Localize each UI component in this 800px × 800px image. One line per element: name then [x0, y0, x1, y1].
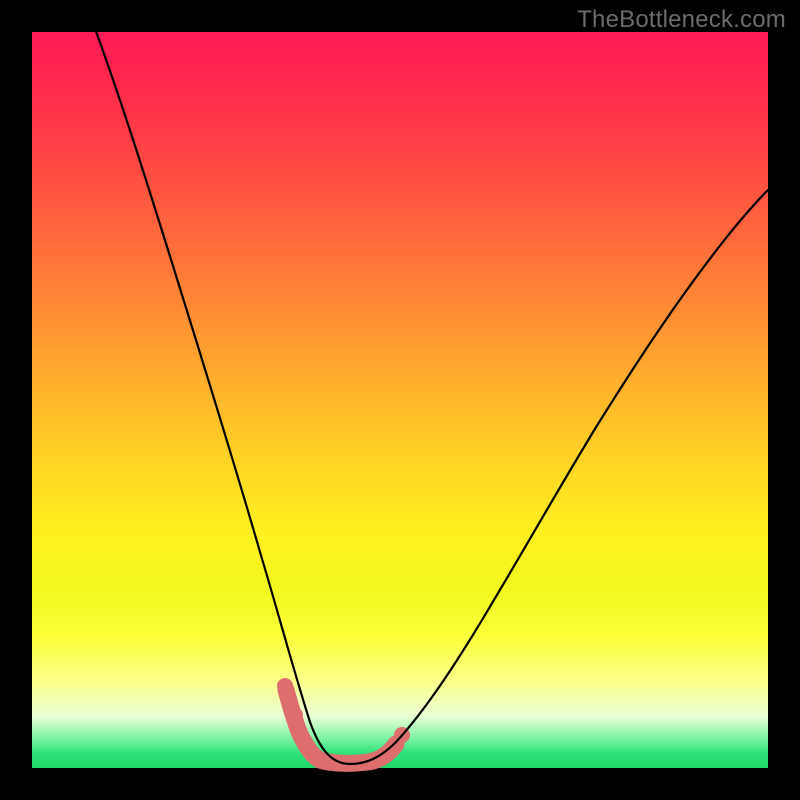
plot-area — [32, 32, 768, 768]
bottleneck-curve — [94, 26, 768, 764]
curve-layer — [32, 32, 768, 768]
chart-frame: TheBottleneck.com — [0, 0, 800, 800]
attribution-label: TheBottleneck.com — [577, 6, 786, 34]
highlight-dot-mid — [287, 707, 303, 723]
highlight-dot-upper — [277, 678, 293, 694]
